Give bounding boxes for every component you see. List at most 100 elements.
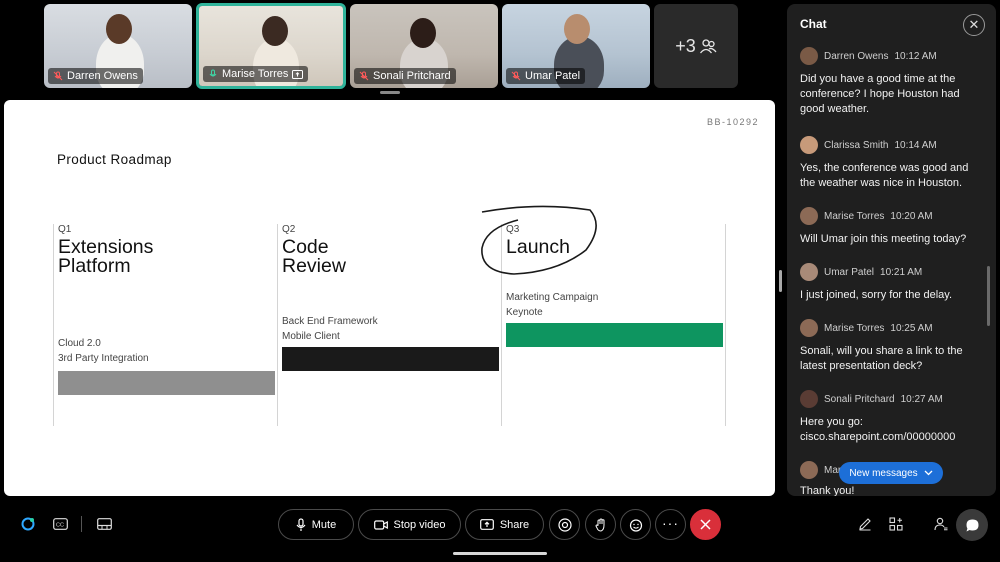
more-options-button[interactable]: ··· [655, 509, 686, 540]
more-participants-count: +3 [675, 35, 696, 56]
participant-nameplate: Darren Owens [48, 68, 143, 84]
apps-icon[interactable] [887, 515, 905, 533]
message-sender: Marise Torres [824, 322, 885, 334]
chat-scrollbar[interactable] [987, 266, 990, 326]
avatar [800, 263, 818, 281]
annotation-circle [481, 205, 597, 275]
column-items: Cloud 2.0 3rd Party Integration [58, 336, 149, 366]
more-participants-button[interactable]: +3 [654, 4, 738, 88]
participant-name: Sonali Pritchard [373, 70, 451, 82]
stop-video-button[interactable]: Stop video [358, 509, 461, 540]
column-item: 3rd Party Integration [58, 353, 149, 364]
column-item: Marketing Campaign [506, 292, 599, 303]
raise-hand-button[interactable] [585, 509, 616, 540]
share-button[interactable]: Share [465, 509, 544, 540]
participant-tile-umar[interactable]: Umar Patel [502, 4, 650, 88]
panel-resize-handle[interactable] [779, 270, 782, 292]
close-chat-button[interactable]: ✕ [963, 14, 985, 36]
column-item: Mobile Client [282, 331, 340, 342]
camera-icon [373, 519, 388, 530]
quarter-label: Q1 [58, 224, 72, 235]
participant-nameplate: Marise Torres [203, 66, 309, 82]
stop-video-label: Stop video [393, 518, 446, 531]
close-icon: ✕ [968, 17, 980, 32]
participant-name: Marise Torres [222, 68, 289, 80]
layout-icon[interactable] [95, 515, 113, 533]
quarter-label: Q2 [282, 224, 296, 235]
mic-icon [209, 69, 217, 77]
message-sender: Sonali Pritchard [824, 393, 895, 405]
message-text: Did you have a good time at the conferen… [800, 73, 960, 115]
home-indicator [453, 552, 547, 555]
column-heading-line: Review [282, 255, 346, 277]
share-screen-icon [479, 519, 494, 530]
end-call-button[interactable] [690, 509, 721, 540]
column-item: Keynote [506, 307, 543, 318]
record-button[interactable] [549, 509, 580, 540]
chat-button[interactable] [956, 509, 988, 541]
column-item: Cloud 2.0 [58, 338, 101, 349]
roadmap-column-q2: Q2 Code Review Back End Framework Mobile… [277, 224, 501, 426]
emoji-icon [629, 518, 642, 532]
message-time: 10:12 AM [894, 50, 937, 62]
participant-strip: Darren Owens Marise Torres Sonali Pritch… [44, 3, 738, 89]
message-text: Sonali, will you share a link to the lat… [800, 345, 963, 372]
participant-tile-sonali[interactable]: Sonali Pritchard [350, 4, 498, 88]
closed-captions-icon[interactable]: CC [51, 515, 69, 533]
participant-nameplate: Umar Patel [506, 68, 586, 84]
chat-message: Clarissa Smith 10:14 AM Yes, the conferen… [800, 136, 985, 191]
avatar [800, 390, 818, 408]
reactions-button[interactable] [620, 509, 651, 540]
control-divider [81, 516, 82, 532]
participant-tile-marise[interactable]: Marise Torres [196, 3, 346, 89]
roadmap-bar-q1 [58, 371, 275, 395]
new-messages-button[interactable]: New messages [839, 462, 943, 484]
chat-panel: Chat ✕ Darren Owens 10:12 AM Did you have… [787, 4, 996, 496]
roadmap-bar-q3 [506, 323, 723, 347]
annotate-icon[interactable] [856, 515, 874, 533]
participant-name: Darren Owens [67, 70, 138, 82]
avatar [800, 47, 818, 65]
more-icon: ··· [662, 514, 679, 531]
chat-message: Darren Owens 10:12 AM Did you have a good… [800, 47, 985, 117]
column-items: Back End Framework Mobile Client [282, 314, 378, 344]
hand-icon [594, 517, 604, 532]
message-time: 10:27 AM [900, 393, 943, 405]
chat-bubble-icon [966, 519, 978, 531]
message-text: Yes, the conference was good and the wea… [800, 162, 969, 189]
shared-slide: BB-10292 Product Roadmap Q1 Extensions P… [4, 100, 775, 496]
message-sender: Darren Owens [824, 50, 889, 62]
share-label: Share [499, 518, 530, 531]
avatar [800, 319, 818, 337]
roadmap-bar-q2 [282, 347, 499, 371]
strip-drag-handle[interactable] [380, 91, 400, 94]
participants-icon[interactable] [932, 515, 950, 533]
chevron-down-icon [924, 470, 933, 476]
column-item: Back End Framework [282, 316, 378, 327]
message-time: 10:20 AM [890, 210, 933, 222]
message-time: 10:14 AM [894, 139, 937, 151]
participant-nameplate: Sonali Pritchard [354, 68, 456, 84]
roadmap-column-q1: Q1 Extensions Platform Cloud 2.0 3rd Par… [53, 224, 277, 426]
mic-muted-icon [53, 71, 63, 81]
message-text: I just joined, sorry for the delay. [800, 289, 953, 301]
column-heading: Extensions Platform [58, 237, 153, 277]
new-messages-label: New messages [849, 467, 918, 479]
column-heading-line: Platform [58, 255, 131, 277]
message-text: Will Umar join this meeting today? [800, 233, 967, 245]
svg-text:CC: CC [56, 523, 64, 529]
microphone-icon [296, 517, 306, 531]
avatar [800, 461, 818, 479]
meeting-controls: CC Mute Stop video Share ··· [0, 509, 1000, 541]
column-items: Marketing Campaign Keynote [506, 290, 598, 320]
message-time: 10:21 AM [880, 266, 923, 278]
chat-message: Marise Torres 10:25 AM Sonali, will you s… [800, 319, 985, 374]
mute-label: Mute [311, 518, 337, 531]
screen-share-icon [292, 69, 304, 79]
mute-button[interactable]: Mute [278, 509, 354, 540]
people-icon [699, 39, 717, 54]
message-sender: Marise Torres [824, 210, 885, 222]
participant-tile-darren[interactable]: Darren Owens [44, 4, 192, 88]
webex-logo-icon[interactable] [19, 515, 37, 533]
mic-muted-icon [359, 71, 369, 81]
